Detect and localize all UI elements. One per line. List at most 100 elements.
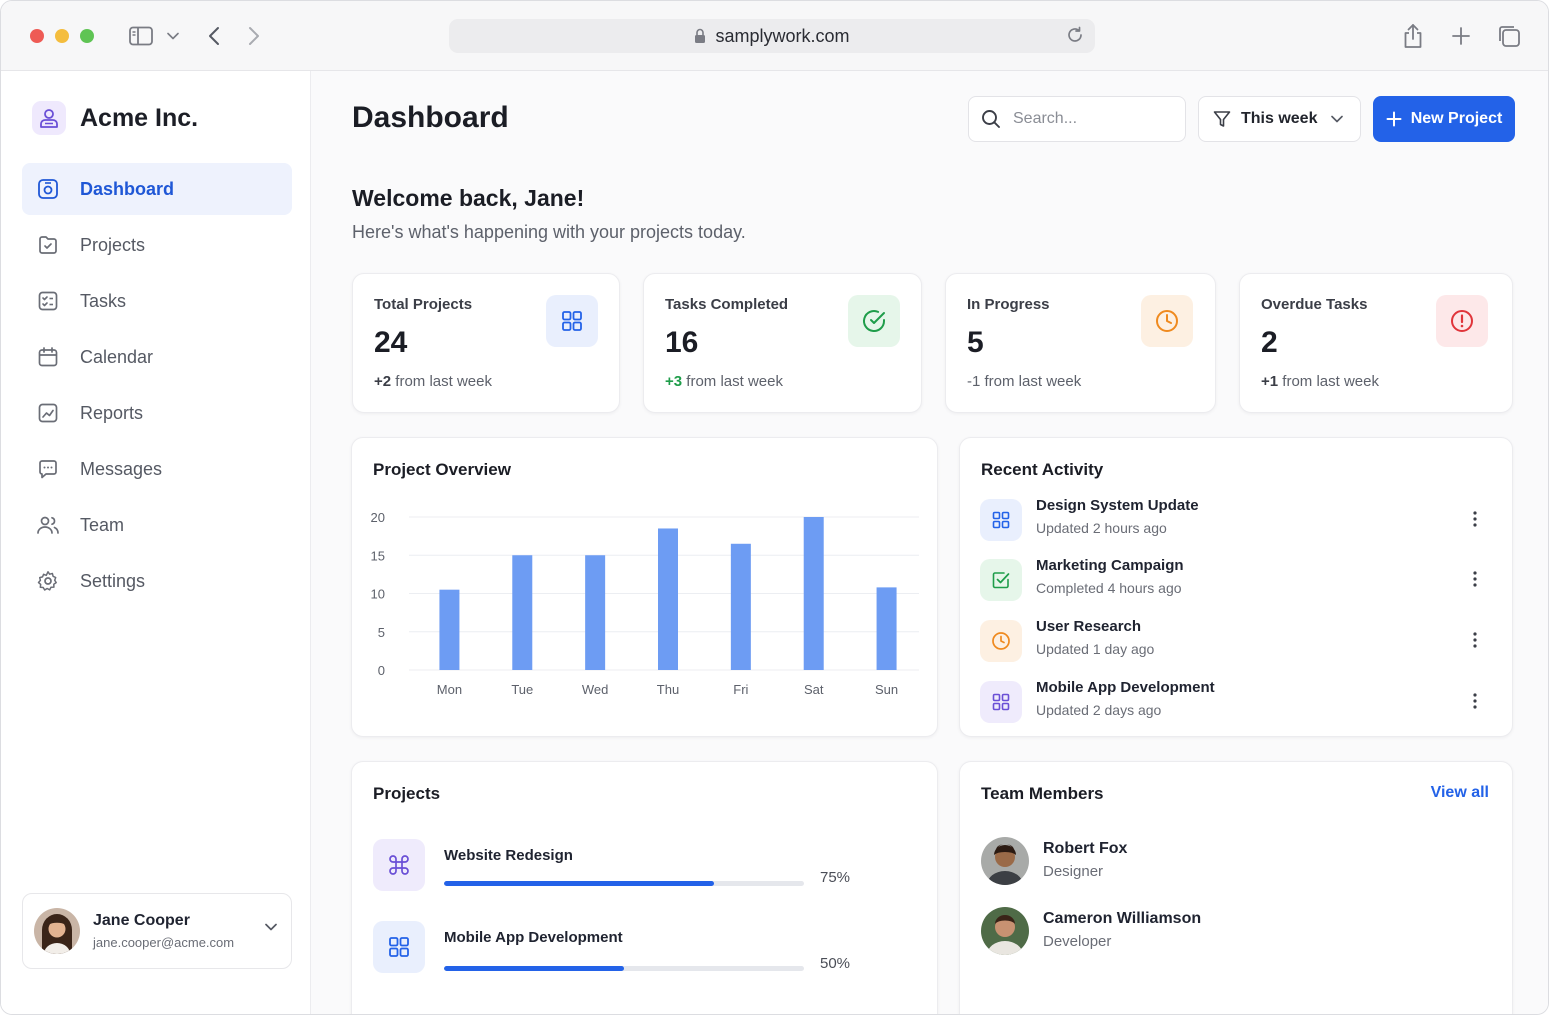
clock-icon xyxy=(980,620,1022,662)
sidebar: Acme Inc. Dashboard Projects Tasks Calen… xyxy=(1,71,311,1014)
chart-bar[interactable] xyxy=(730,543,751,670)
lock-icon xyxy=(694,28,706,44)
stat-value: 2 xyxy=(1261,326,1278,359)
stat-change: +3 from last week xyxy=(665,373,783,390)
stat-card-total-projects[interactable]: Total Projects 24 +2 from last week xyxy=(352,273,620,413)
project-row[interactable]: Website Redesign 75% xyxy=(373,839,873,893)
dashboard-icon xyxy=(36,177,60,201)
chart-bar[interactable] xyxy=(585,555,606,670)
sidebar-item-settings[interactable]: Settings xyxy=(22,555,292,607)
projects-icon xyxy=(36,233,60,257)
minimize-window-button[interactable] xyxy=(55,29,69,43)
more-vertical-icon[interactable] xyxy=(1467,691,1483,711)
search-icon xyxy=(981,109,1001,129)
x-tick-label: Sat xyxy=(804,682,824,697)
new-project-button[interactable]: New Project xyxy=(1373,96,1515,142)
progress-fill xyxy=(444,881,714,886)
member-name: Robert Fox xyxy=(1043,840,1128,857)
x-tick-label: Sun xyxy=(875,682,898,697)
activity-item[interactable]: Design System Update Updated 2 hours ago xyxy=(980,497,1495,545)
stat-delta: +1 xyxy=(1261,373,1279,390)
card-title: Recent Activity xyxy=(981,460,1104,479)
project-row[interactable]: Mobile App Development 50% xyxy=(373,921,873,975)
team-member[interactable]: Robert Fox Designer xyxy=(981,837,1381,889)
avatar xyxy=(34,908,80,954)
new-tab-icon[interactable] xyxy=(1448,23,1474,49)
sidebar-item-team[interactable]: Team xyxy=(22,499,292,551)
reports-icon xyxy=(36,401,60,425)
chevron-down-icon[interactable] xyxy=(265,923,277,931)
sidebar-item-tasks[interactable]: Tasks xyxy=(22,275,292,327)
sidebar-item-label: Dashboard xyxy=(80,178,175,199)
chart-bar[interactable] xyxy=(876,587,897,670)
brand[interactable]: Acme Inc. xyxy=(32,101,198,135)
x-tick-label: Wed xyxy=(582,682,609,697)
tab-overview-icon[interactable] xyxy=(1496,23,1522,49)
messages-icon xyxy=(36,457,60,481)
activity-item[interactable]: User Research Updated 1 day ago xyxy=(980,618,1495,666)
more-vertical-icon[interactable] xyxy=(1467,630,1483,650)
activity-subtitle: Updated 2 days ago xyxy=(1036,702,1162,718)
sidebar-item-calendar[interactable]: Calendar xyxy=(22,331,292,383)
view-all-link[interactable]: View all xyxy=(1431,784,1489,802)
project-name: Mobile App Development xyxy=(444,929,623,946)
filter-icon xyxy=(1213,110,1231,128)
chart-bar[interactable] xyxy=(658,528,678,670)
progress-track xyxy=(444,966,804,971)
sidebar-item-reports[interactable]: Reports xyxy=(22,387,292,439)
chart-bar[interactable] xyxy=(512,555,533,670)
forward-arrow-icon[interactable] xyxy=(241,23,267,49)
avatar xyxy=(981,837,1029,885)
sidebar-item-label: Tasks xyxy=(80,290,127,311)
chevron-down-icon[interactable] xyxy=(162,23,184,49)
x-tick-label: Mon xyxy=(437,682,462,697)
y-tick-label: 0 xyxy=(378,663,385,678)
share-icon[interactable] xyxy=(1400,23,1426,49)
progress-label: 75% xyxy=(820,869,851,886)
sidebar-item-label: Projects xyxy=(80,234,146,255)
zoom-window-button[interactable] xyxy=(80,29,94,43)
user-profile-card[interactable]: Jane Cooper jane.cooper@acme.com xyxy=(22,893,292,969)
activity-item[interactable]: Mobile App Development Updated 2 days ag… xyxy=(980,679,1495,727)
sidebar-item-label: Settings xyxy=(80,570,146,591)
stat-delta: -1 xyxy=(967,373,981,390)
check-circle-icon xyxy=(848,295,900,347)
more-vertical-icon[interactable] xyxy=(1467,569,1483,589)
reload-icon[interactable] xyxy=(1065,25,1085,45)
stat-change: +2 from last week xyxy=(374,373,492,390)
stat-card-tasks-completed[interactable]: Tasks Completed 16 +3 from last week xyxy=(643,273,922,413)
grid-icon xyxy=(980,499,1022,541)
sidebar-toggle-icon[interactable] xyxy=(128,23,154,49)
browser-toolbar: samplywork.com xyxy=(1,1,1548,71)
stat-delta-suffix: from last week xyxy=(1282,373,1379,390)
team-icon xyxy=(36,513,60,537)
brand-logo-icon xyxy=(32,101,66,135)
search-input[interactable] xyxy=(1013,110,1163,128)
sidebar-item-label: Reports xyxy=(80,402,144,423)
member-name: Cameron Williamson xyxy=(1043,910,1202,927)
stat-card-in-progress[interactable]: In Progress 5 -1 from last week xyxy=(945,273,1216,413)
back-arrow-icon[interactable] xyxy=(201,23,227,49)
address-bar[interactable]: samplywork.com xyxy=(449,19,1095,53)
brand-name: Acme Inc. xyxy=(80,103,199,132)
activity-title: Mobile App Development xyxy=(1036,679,1215,696)
url-text: samplywork.com xyxy=(715,25,850,46)
date-filter-dropdown[interactable]: This week xyxy=(1198,96,1361,142)
team-member[interactable]: Cameron Williamson Developer xyxy=(981,907,1381,959)
sidebar-item-messages[interactable]: Messages xyxy=(22,443,292,495)
user-email: jane.cooper@acme.com xyxy=(93,935,235,950)
stat-card-overdue-tasks[interactable]: Overdue Tasks 2 +1 from last week xyxy=(1239,273,1513,413)
stat-value: 16 xyxy=(665,326,699,359)
filter-label: This week xyxy=(1241,110,1318,127)
chart-bar[interactable] xyxy=(803,517,824,670)
chart-bar[interactable] xyxy=(439,589,460,670)
close-window-button[interactable] xyxy=(30,29,44,43)
page-title: Dashboard xyxy=(352,101,509,134)
sidebar-item-dashboard[interactable]: Dashboard xyxy=(22,163,292,215)
sidebar-item-projects[interactable]: Projects xyxy=(22,219,292,271)
search-box[interactable] xyxy=(968,96,1186,142)
activity-subtitle: Updated 2 hours ago xyxy=(1036,520,1167,536)
more-vertical-icon[interactable] xyxy=(1467,509,1483,529)
activity-item[interactable]: Marketing Campaign Completed 4 hours ago xyxy=(980,557,1495,605)
stat-label: In Progress xyxy=(967,296,1050,313)
